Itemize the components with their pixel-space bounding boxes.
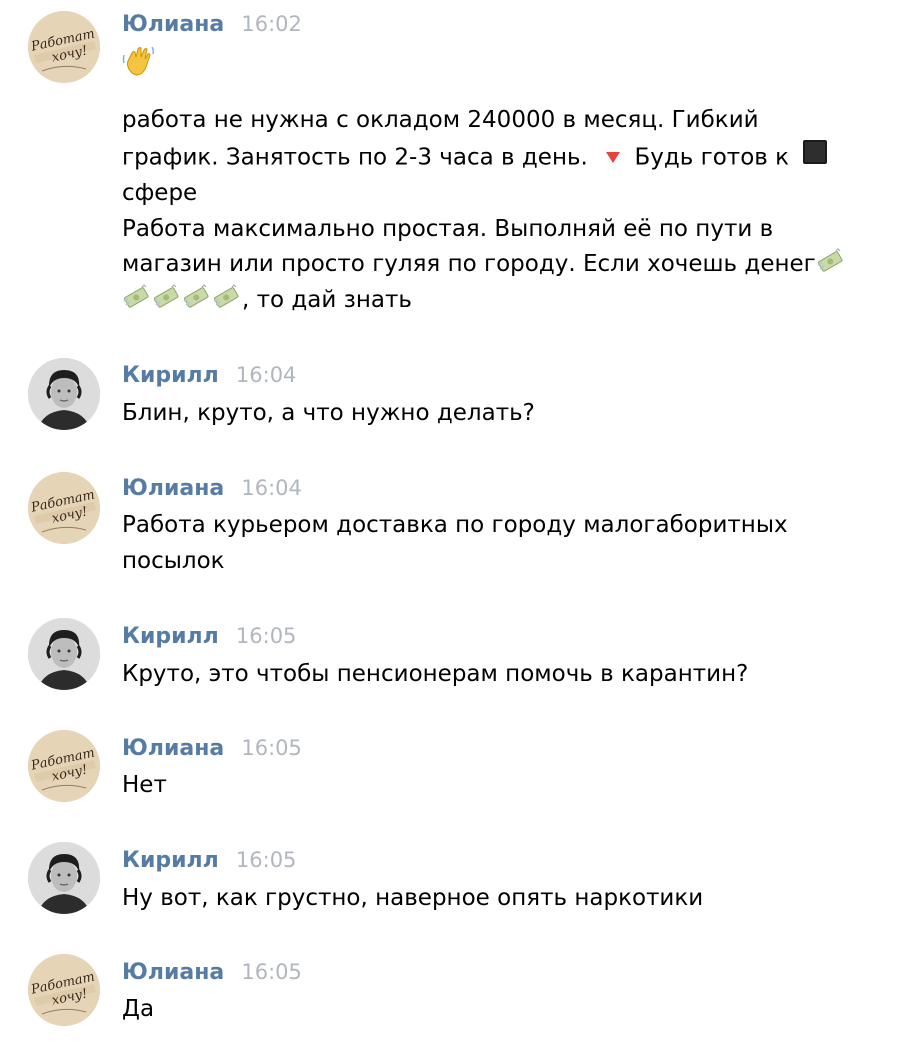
avatar[interactable] — [28, 618, 100, 690]
author-name[interactable]: Юлиана — [122, 476, 224, 501]
author-name[interactable]: Кирилл — [122, 363, 219, 388]
avatar[interactable] — [28, 954, 100, 1026]
text-line: Работа курьером доставка по городу малог… — [122, 512, 788, 538]
text-line: сфере — [122, 180, 198, 206]
text-line: , то дай знать — [242, 286, 412, 313]
text-line: график. Занятость по 2-3 часа в день. — [122, 143, 588, 170]
message-time: 16:05 — [241, 960, 302, 984]
black-square-icon — [802, 139, 828, 177]
message-text: Работа курьером доставка по городу малог… — [122, 508, 892, 579]
message-text: работа не нужна с окладом 240000 в месяц… — [122, 103, 892, 318]
author-name[interactable]: Юлиана — [122, 12, 224, 37]
avatar[interactable] — [28, 842, 100, 914]
avatar[interactable] — [28, 11, 100, 83]
avatar[interactable] — [28, 358, 100, 430]
text-line: магазин или просто гуляя по городу. Если… — [122, 251, 816, 277]
wave-emoji-icon — [122, 45, 156, 77]
message-time: 16:02 — [241, 12, 302, 36]
message-text: Блин, круто, а что нужно делать? — [122, 400, 535, 426]
message-text: Нет — [122, 772, 167, 798]
author-name[interactable]: Юлиана — [122, 736, 224, 761]
money-with-wings-icon — [182, 283, 210, 311]
red-triangle-down-icon — [605, 140, 621, 176]
author-name[interactable]: Юлиана — [122, 960, 224, 985]
message-time: 16:05 — [235, 624, 297, 648]
message-time: 16:04 — [235, 363, 297, 387]
message-text: Да — [122, 996, 155, 1022]
avatar[interactable] — [28, 730, 100, 802]
author-name[interactable]: Кирилл — [122, 624, 219, 649]
avatar[interactable] — [28, 472, 100, 544]
text-line: Работа максимально простая. Выполняй её … — [122, 215, 774, 242]
message-text: Ну вот, как грустно, наверное опять нарк… — [122, 885, 704, 911]
text-line: работа не нужна с окладом 240000 в месяц… — [122, 107, 759, 133]
message-time: 16:05 — [241, 736, 302, 760]
money-with-wings-icon — [816, 247, 844, 275]
money-with-wings-icon — [122, 283, 150, 311]
message-time: 16:04 — [241, 476, 302, 500]
author-name[interactable]: Кирилл — [122, 848, 219, 873]
text-line: Будь готов к — [634, 143, 790, 170]
text-line: посылок — [122, 547, 225, 574]
money-with-wings-icon — [212, 283, 240, 311]
money-with-wings-icon — [152, 283, 180, 311]
message-time: 16:05 — [235, 848, 297, 872]
message-text: Круто, это чтобы пенсионерам помочь в ка… — [122, 661, 749, 687]
